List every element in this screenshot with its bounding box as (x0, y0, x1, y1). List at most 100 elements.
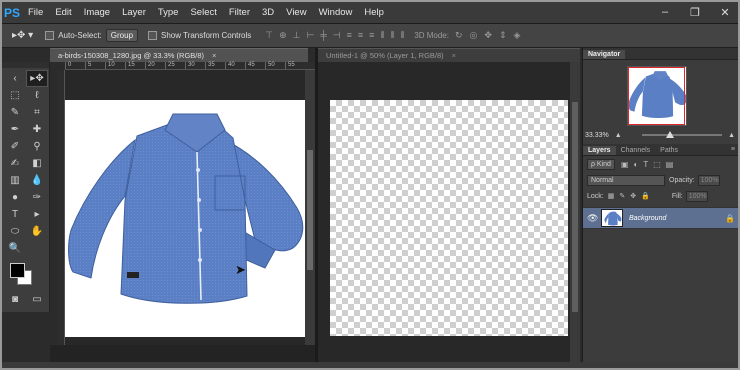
document-canvas-1[interactable]: ➤ (65, 70, 315, 345)
transparent-canvas[interactable] (330, 100, 568, 336)
brush-tool-icon[interactable]: ✐ (4, 138, 26, 155)
spot-healing-tool-icon[interactable]: ✚ (26, 121, 48, 138)
lock-transparent-icon[interactable]: ▦ (608, 192, 615, 200)
navigator-view-box[interactable] (628, 67, 685, 125)
distribute-top-icon[interactable]: ≡ (347, 30, 352, 41)
document-tab-1-close-icon[interactable]: × (212, 51, 216, 60)
zoom-tool-icon[interactable]: 🔍 (4, 240, 26, 257)
move-tool-preset-icon[interactable]: ▸✥ ▾ (12, 30, 33, 41)
dodge-tool-icon[interactable]: ● (4, 189, 26, 206)
align-bottom-icon[interactable]: ⊥ (293, 30, 301, 41)
align-left-icon[interactable]: ⊢ (307, 30, 315, 41)
align-middle-icon[interactable]: ⊕ (279, 30, 287, 41)
zoom-out-icon[interactable]: ▲ (615, 132, 622, 139)
eyedropper-tool-icon[interactable]: ✒ (4, 121, 26, 138)
menu-file[interactable]: File (28, 7, 43, 18)
tab-layers[interactable]: Layers (583, 146, 616, 155)
navigator-zoom-value[interactable]: 33.33% (585, 132, 609, 139)
menu-window[interactable]: Window (319, 7, 353, 18)
foreground-color-swatch[interactable] (10, 263, 25, 278)
navigator-thumbnail[interactable] (627, 66, 687, 126)
collapse-arrows-icon[interactable]: ‹ (4, 70, 26, 87)
layer-kind-filter[interactable]: ρ Kind (587, 158, 615, 170)
minimize-button[interactable]: – (658, 6, 672, 19)
fill-label: Fill: (671, 192, 683, 200)
distribute-middle-icon[interactable]: ≡ (358, 30, 363, 41)
restore-button[interactable]: ❐ (688, 6, 702, 19)
menu-select[interactable]: Select (190, 7, 216, 18)
document-2-scrollbar[interactable] (570, 62, 580, 362)
marquee-tool-icon[interactable]: ⬚ (4, 87, 26, 104)
menu-help[interactable]: Help (364, 7, 384, 18)
drag-3d-icon[interactable]: ✥ (484, 30, 492, 41)
zoom-slider[interactable] (641, 131, 723, 138)
menu-view[interactable]: View (286, 7, 306, 18)
panel-menu-icon[interactable]: ≡ (731, 146, 735, 153)
layer-name[interactable]: Background (629, 215, 725, 222)
filter-smart-object-icon[interactable]: ▤ (666, 160, 674, 169)
menu-layer[interactable]: Layer (122, 7, 146, 18)
gradient-tool-icon[interactable]: ▥ (4, 172, 26, 189)
scrollbar-thumb[interactable] (307, 150, 313, 270)
blur-tool-icon[interactable]: 💧 (26, 172, 48, 189)
fill-field[interactable]: 100% (685, 190, 708, 202)
filter-shape-icon[interactable]: ⬚ (653, 160, 661, 169)
roll-3d-icon[interactable]: ◎ (470, 30, 478, 41)
distribute-center-icon[interactable]: ⦀ (390, 30, 394, 41)
rotate-3d-icon[interactable]: ↻ (455, 30, 463, 41)
document-canvas-2[interactable] (318, 62, 580, 362)
pen-tool-icon[interactable]: ✑ (26, 189, 48, 206)
eraser-tool-icon[interactable]: ◧ (26, 155, 48, 172)
menu-type[interactable]: Type (158, 7, 179, 18)
quick-mask-icon[interactable]: ◙ (4, 291, 26, 308)
visibility-eye-icon[interactable]: 👁 (587, 213, 601, 224)
document-tab-1[interactable]: a-birds-150308_1280.jpg @ 33.3% (RGB/8) … (50, 48, 308, 62)
quick-select-tool-icon[interactable]: ✎ (4, 104, 26, 121)
filter-adjustment-icon[interactable]: ◐ (634, 160, 639, 169)
history-brush-tool-icon[interactable]: ✍ (4, 155, 26, 172)
lasso-tool-icon[interactable]: ℓ (26, 87, 48, 104)
hand-tool-icon[interactable]: ✋ (26, 223, 48, 240)
clone-stamp-tool-icon[interactable]: ⚲ (26, 138, 48, 155)
layer-row-background[interactable]: 👁 Background 🔒 (583, 207, 738, 229)
document-tab-2[interactable]: Untitled-1 @ 50% (Layer 1, RGB/8) × (318, 48, 580, 62)
distribute-left-icon[interactable]: ⦀ (380, 30, 384, 41)
align-center-icon[interactable]: ╪ (320, 30, 326, 41)
transform-controls-checkbox[interactable] (148, 31, 158, 40)
menu-image[interactable]: Image (84, 7, 110, 18)
document-tab-2-close-icon[interactable]: × (452, 51, 456, 60)
scale-3d-icon[interactable]: ◈ (513, 30, 520, 41)
zoom-in-icon[interactable]: ▲ (728, 132, 735, 139)
menu-filter[interactable]: Filter (229, 7, 250, 18)
move-tool-icon[interactable]: ▸✥ (26, 70, 48, 87)
document-1-scrollbar[interactable] (305, 70, 315, 345)
align-right-icon[interactable]: ⊣ (333, 30, 341, 41)
distribute-bottom-icon[interactable]: ≡ (369, 30, 374, 41)
shirt-image[interactable]: ➤ (65, 100, 307, 337)
lock-all-icon[interactable]: 🔒 (641, 192, 650, 200)
menu-edit[interactable]: Edit (55, 7, 71, 18)
filter-type-icon[interactable]: T (643, 160, 648, 169)
tab-navigator[interactable]: Navigator (583, 50, 626, 59)
slide-3d-icon[interactable]: ⇕ (499, 30, 507, 41)
tab-paths[interactable]: Paths (655, 146, 683, 155)
auto-select-dropdown[interactable]: Group (105, 29, 139, 42)
auto-select-checkbox[interactable] (45, 31, 55, 40)
scrollbar-thumb[interactable] (572, 102, 578, 312)
menu-3d[interactable]: 3D (262, 7, 274, 18)
shape-tool-icon[interactable]: ⬭ (4, 223, 26, 240)
filter-pixel-icon[interactable]: ▣ (621, 160, 629, 169)
distribute-right-icon[interactable]: ⦀ (400, 30, 404, 41)
zoom-slider-knob[interactable] (665, 131, 674, 138)
align-top-icon[interactable]: ⊤ (265, 30, 273, 41)
type-tool-icon[interactable]: T (4, 206, 26, 223)
path-selection-tool-icon[interactable]: ▸ (26, 206, 48, 223)
blend-mode-dropdown[interactable]: Normal (587, 174, 665, 186)
lock-pixels-icon[interactable]: ✎ (619, 192, 625, 200)
close-button[interactable]: ✕ (718, 6, 732, 19)
lock-position-icon[interactable]: ✥ (630, 192, 636, 200)
tab-channels[interactable]: Channels (616, 146, 656, 155)
screen-mode-icon[interactable]: ▭ (26, 291, 48, 308)
opacity-field[interactable]: 100% (697, 174, 720, 186)
crop-tool-icon[interactable]: ⌗ (26, 104, 48, 121)
